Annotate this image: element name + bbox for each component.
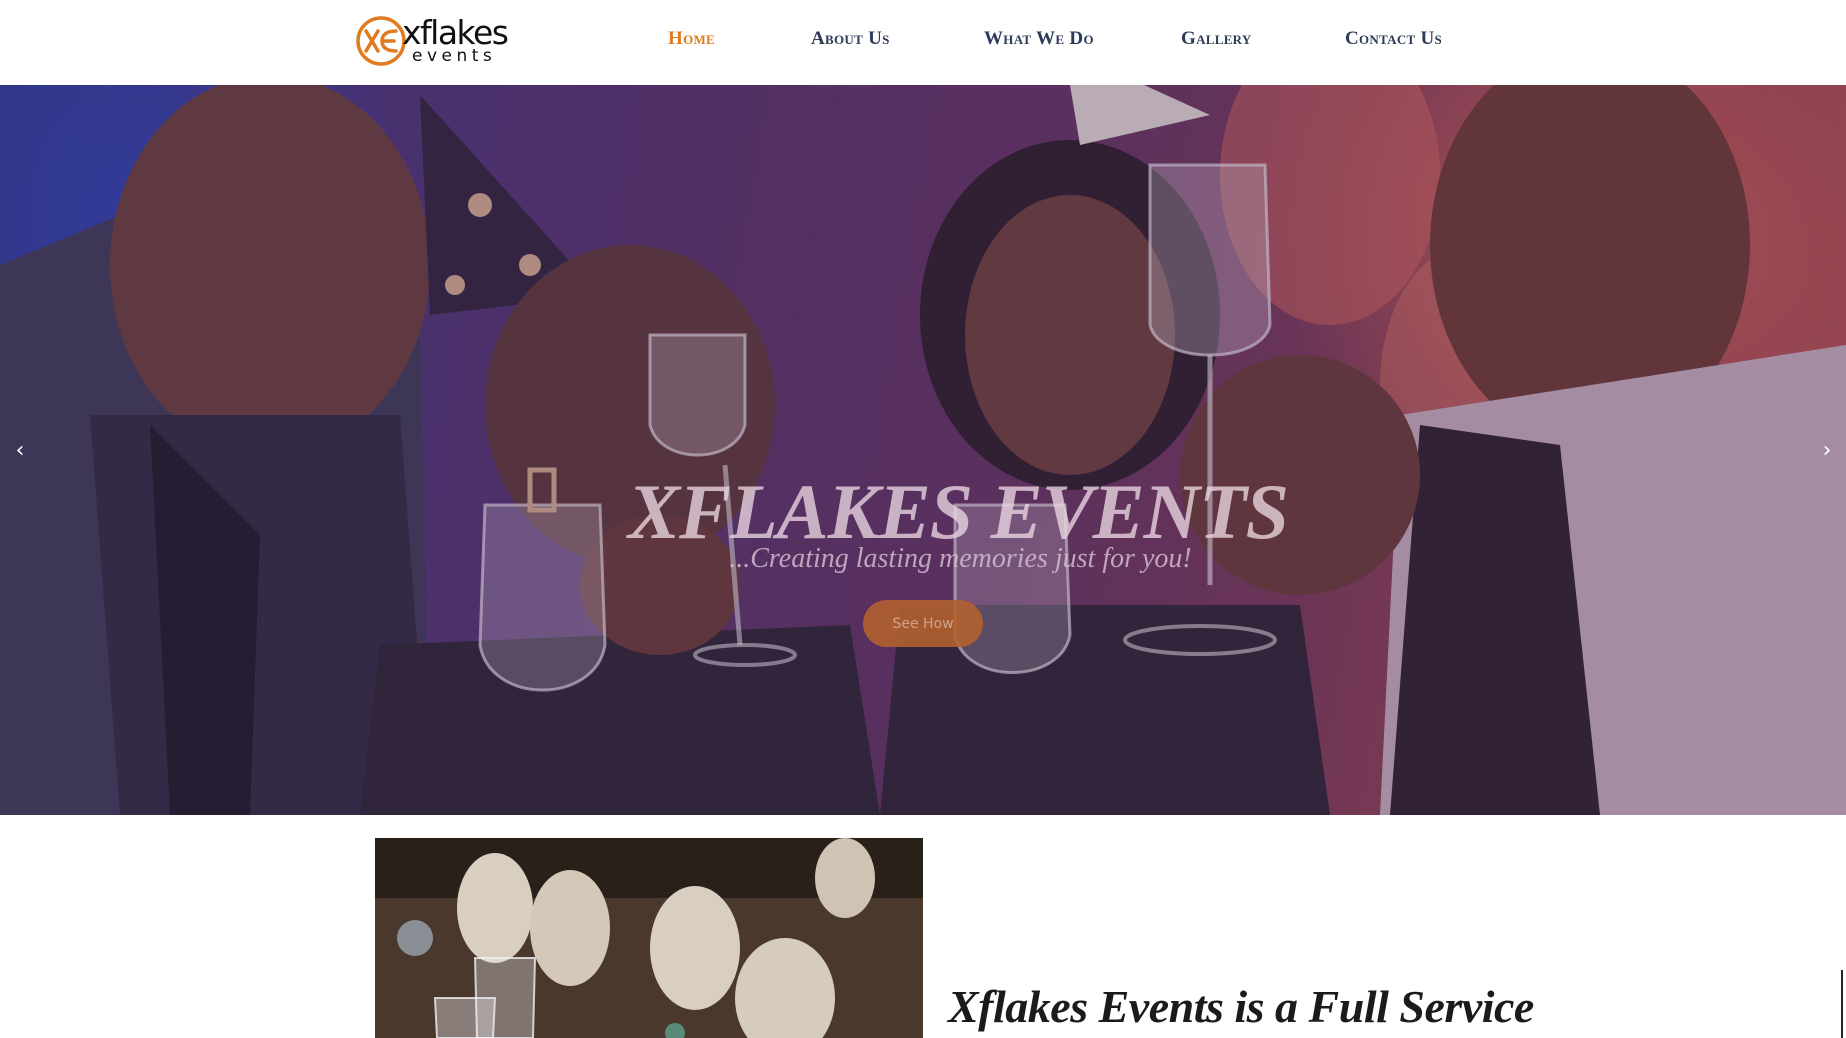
nav-what-we-do[interactable]: What We Do bbox=[984, 28, 1094, 50]
hero-tagline: ...Creating lasting memories just for yo… bbox=[729, 543, 1192, 574]
main-nav: Home About Us What We Do Gallery Contact… bbox=[0, 28, 1846, 58]
scrollbar-thumb[interactable] bbox=[1841, 970, 1843, 1038]
chevron-left-icon: ‹ bbox=[15, 437, 25, 463]
nav-home[interactable]: Home bbox=[668, 28, 715, 50]
slider-next-button[interactable]: › bbox=[1812, 435, 1842, 465]
nav-contact-us[interactable]: Contact Us bbox=[1345, 28, 1442, 50]
chevron-right-icon: › bbox=[1822, 437, 1832, 463]
nav-about-us[interactable]: About Us bbox=[811, 28, 890, 50]
hero-slider: XFLAKES EVENTS ...Creating lasting memor… bbox=[0, 85, 1846, 815]
site-header: xflakes events Home About Us What We Do … bbox=[0, 0, 1846, 85]
about-image bbox=[375, 838, 923, 1038]
see-how-button[interactable]: See How bbox=[863, 600, 983, 647]
nav-gallery[interactable]: Gallery bbox=[1181, 28, 1252, 50]
about-section: Xflakes Events is a Full Service bbox=[0, 815, 1846, 1038]
table-setting-image bbox=[375, 838, 923, 1038]
slider-prev-button[interactable]: ‹ bbox=[5, 435, 35, 465]
hero-overlay bbox=[0, 85, 1846, 815]
about-heading: Xflakes Events is a Full Service bbox=[948, 981, 1534, 1032]
